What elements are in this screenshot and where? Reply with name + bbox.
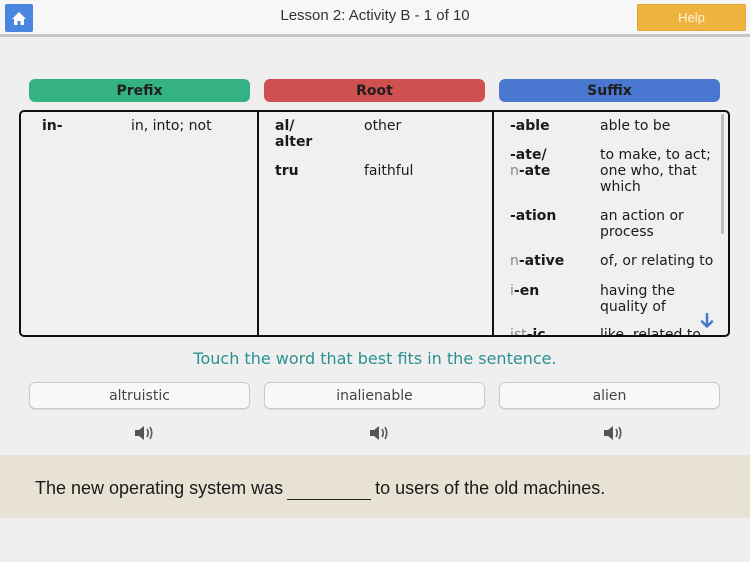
root-term-line: al/	[275, 118, 295, 134]
root-header: Root	[264, 79, 485, 102]
root-term: al/ alter	[275, 118, 312, 150]
root-term: tru	[275, 163, 299, 179]
suffix-meaning-line: quality of	[600, 299, 666, 315]
root-term-line: alter	[275, 134, 313, 150]
suffix-meaning: to make, to act; one who, that which	[600, 147, 711, 195]
suffix-column[interactable]: -able able to be -ate/ n-ate to make, to…	[494, 112, 728, 335]
root-column: al/ alter other tru faithful	[259, 112, 492, 335]
suffix-term-variant: n	[510, 253, 519, 269]
speaker-icon[interactable]	[602, 423, 626, 443]
speaker-icon[interactable]	[133, 423, 157, 443]
prefix-entry: in-	[42, 118, 63, 134]
suffix-meaning: able to be	[600, 118, 671, 134]
word-parts-table: in- in, into; not al/ alter other tru fa…	[19, 110, 730, 337]
prefix-meaning: in, into; not	[131, 118, 212, 134]
suffix-meaning-line: which	[600, 179, 641, 195]
suffix-term-core: -ic	[526, 327, 546, 335]
instruction-text: Touch the word that best fits in the sen…	[193, 349, 557, 368]
suffix-term: n-ative	[510, 253, 564, 269]
suffix-meaning: having the quality of	[600, 283, 675, 315]
suffix-term: -ation	[510, 208, 557, 224]
root-meaning: faithful	[364, 163, 414, 179]
speaker-icon[interactable]	[368, 423, 392, 443]
sentence-panel: The new operating system was to users of …	[0, 455, 750, 518]
prefix-term: in-	[42, 118, 63, 134]
suffix-term-line: -ate/	[510, 147, 547, 163]
scroll-down-arrow-icon[interactable]	[700, 313, 714, 329]
suffix-meaning-line: to make, to act;	[600, 147, 711, 163]
suffix-term-core: -ative	[518, 253, 565, 269]
suffix-term: -able	[510, 118, 550, 134]
suffix-meaning: like, related to	[600, 327, 701, 335]
top-bar: Lesson 2: Activity B - 1 of 10 Help	[0, 0, 750, 37]
suffix-term-core: -ate	[518, 163, 551, 179]
suffix-term-variant: ist	[510, 327, 527, 335]
prefix-column: in- in, into; not	[21, 112, 257, 335]
suffix-header: Suffix	[499, 79, 720, 102]
suffix-scrollbar[interactable]	[721, 114, 724, 234]
suffix-term: -ate/ n-ate	[510, 147, 550, 179]
suffix-meaning-line: process	[600, 224, 654, 240]
choice-button[interactable]: alien	[499, 382, 720, 409]
choice-button[interactable]: inalienable	[264, 382, 485, 409]
choice-button[interactable]: altruistic	[29, 382, 250, 409]
sentence: The new operating system was to users of …	[35, 478, 605, 500]
suffix-meaning-line: an action or	[600, 208, 684, 224]
suffix-meaning: an action or process	[600, 208, 684, 240]
suffix-meaning-line: one who, that	[600, 163, 697, 179]
prefix-header: Prefix	[29, 79, 250, 102]
help-button[interactable]: Help	[637, 4, 746, 31]
sentence-after: to users of the old machines.	[375, 478, 606, 498]
suffix-term: i-en	[510, 283, 539, 299]
suffix-meaning-line: having the	[600, 283, 675, 299]
sentence-before: The new operating system was	[35, 478, 284, 498]
suffix-term-core: -en	[513, 283, 540, 299]
sentence-blank	[287, 479, 372, 500]
suffix-meaning: of, or relating to	[600, 253, 714, 269]
root-meaning: other	[364, 118, 402, 134]
suffix-term-line: n-ate	[510, 163, 550, 179]
suffix-term-variant: n	[510, 163, 519, 179]
suffix-term: ist-ic	[510, 327, 546, 335]
